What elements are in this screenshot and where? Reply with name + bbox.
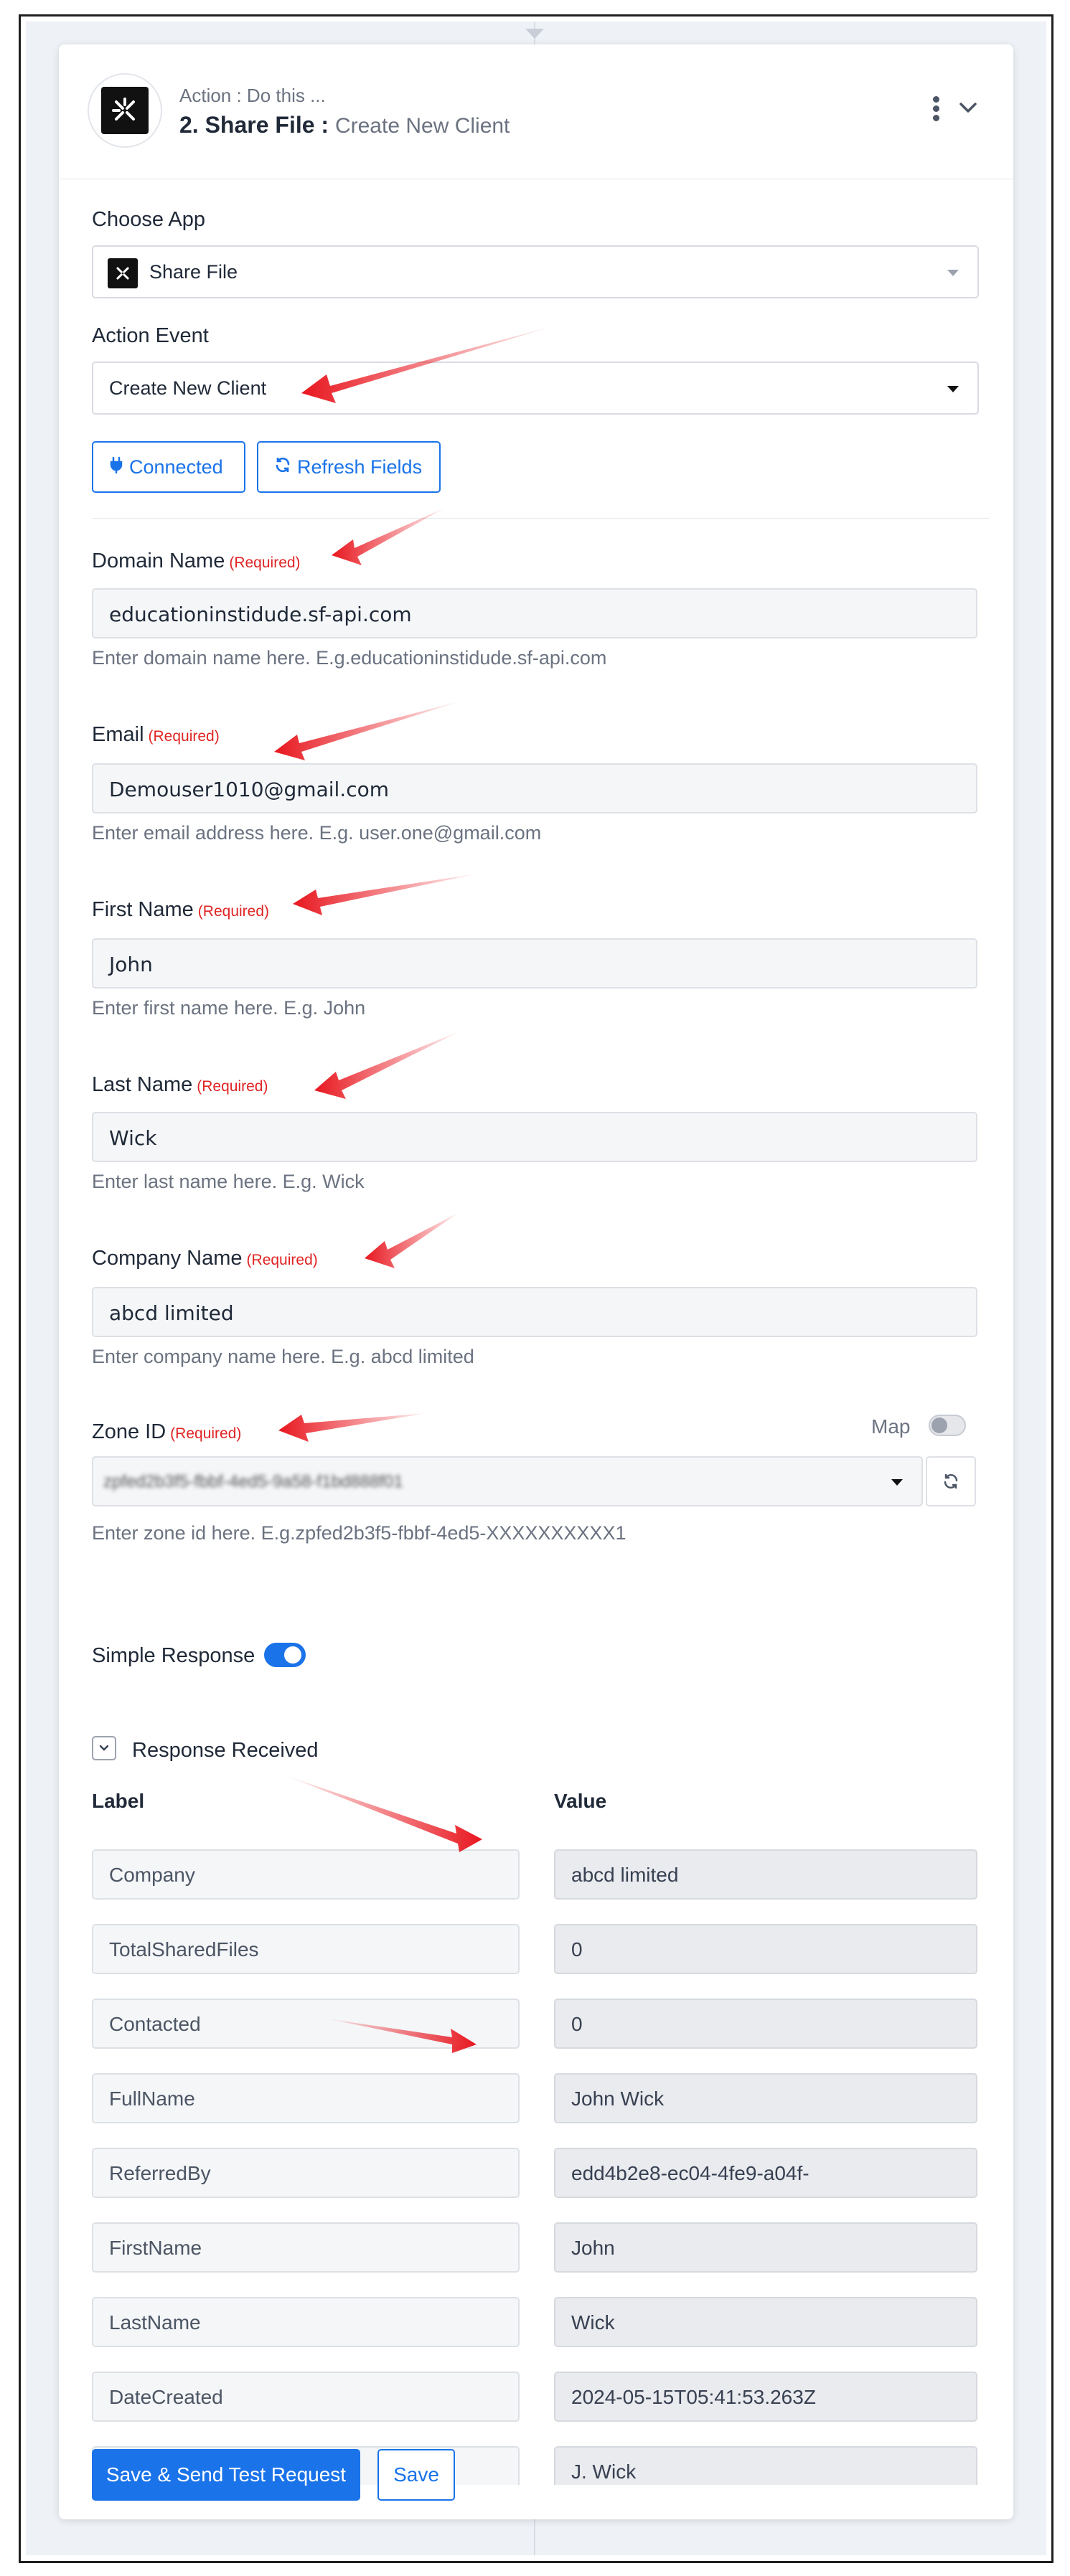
last-name-label: Last Name (Required) xyxy=(92,1073,268,1097)
response-value-cell[interactable]: John Wick xyxy=(554,2073,977,2123)
domain-name-label: Domain Name (Required) xyxy=(92,549,301,573)
dropdown-caret-icon xyxy=(947,270,959,276)
response-table[interactable]: Company abcd limited TotalSharedFiles 0 … xyxy=(59,1831,1013,2485)
more-options-icon[interactable] xyxy=(929,96,943,126)
table-row: ReferredBy edd4b2e8-ec04-4fe9-a04f- xyxy=(59,2148,1013,2199)
response-label-cell[interactable]: ReferredBy xyxy=(92,2148,520,2198)
zone-id-hint: Enter zone id here. E.g.zpfed2b3f5-fbbf-… xyxy=(92,1522,626,1544)
domain-name-hint: Enter domain name here. E.g.educationins… xyxy=(92,647,607,669)
required-tag: (Required) xyxy=(197,1078,268,1095)
company-name-label-text: Company Name xyxy=(92,1247,243,1270)
label-column-header: Label xyxy=(92,1790,145,1812)
sharefile-logo-icon xyxy=(88,73,162,148)
response-value-cell[interactable]: 0 xyxy=(554,1999,977,2049)
step-title: 2. Share File : Create New Client xyxy=(179,112,510,138)
save-button[interactable]: Save xyxy=(377,2449,455,2501)
domain-name-label-text: Domain Name xyxy=(92,549,225,572)
required-tag: (Required) xyxy=(229,555,301,571)
zone-id-label: Zone ID (Required) xyxy=(92,1420,241,1444)
table-row: FullName John Wick xyxy=(59,2073,1013,2125)
last-name-input[interactable]: Wick xyxy=(92,1112,977,1162)
refresh-fields-button[interactable]: Refresh Fields xyxy=(257,441,441,493)
action-event-value: Create New Client xyxy=(109,377,267,399)
required-tag: (Required) xyxy=(197,903,270,920)
collapse-chevron-icon[interactable] xyxy=(92,1736,116,1760)
choose-app-label: Choose App xyxy=(92,208,206,231)
response-value-cell[interactable]: J. Wick xyxy=(554,2446,977,2485)
table-row: TotalSharedFiles 0 xyxy=(59,1924,1013,1976)
choose-app-value: Share File xyxy=(149,261,238,283)
zone-refresh-button[interactable] xyxy=(926,1456,976,1506)
response-label-cell[interactable]: FirstName xyxy=(92,2222,520,2273)
step-app-name: 2. Share File : xyxy=(179,112,329,138)
refresh-icon xyxy=(944,1474,958,1488)
response-label-cell[interactable]: LastName xyxy=(92,2297,520,2347)
zone-id-label-text: Zone ID xyxy=(92,1420,166,1443)
first-name-input[interactable]: John xyxy=(92,938,977,989)
email-hint: Enter email address here. E.g. user.one@… xyxy=(92,822,542,844)
sharefile-small-icon xyxy=(108,258,138,288)
zone-id-select[interactable]: zpfed2b3f5-fbbf-4ed5-9a58-f1bd888f01 xyxy=(92,1456,923,1506)
response-label-cell[interactable]: Company xyxy=(92,1849,520,1900)
connected-button[interactable]: Connected xyxy=(92,441,245,493)
simple-response-label: Simple Response xyxy=(92,1644,255,1667)
response-value-cell[interactable]: John xyxy=(554,2222,977,2273)
first-name-label: First Name (Required) xyxy=(92,898,269,922)
save-send-test-button[interactable]: Save & Send Test Request xyxy=(92,2449,360,2501)
table-row: FirstName John xyxy=(59,2222,1013,2274)
table-row: DateCreated 2024-05-15T05:41:53.263Z xyxy=(59,2372,1013,2423)
action-event-label: Action Event xyxy=(92,324,209,347)
card-header[interactable]: Action : Do this ... 2. Share File : Cre… xyxy=(59,44,1013,179)
chevron-down-icon[interactable] xyxy=(956,96,980,121)
first-name-label-text: First Name xyxy=(92,898,194,921)
table-row: Company abcd limited xyxy=(59,1849,1013,1901)
response-label-cell[interactable]: TotalSharedFiles xyxy=(92,1924,520,1974)
value-column-header: Value xyxy=(554,1790,607,1812)
required-tag: (Required) xyxy=(246,1252,318,1268)
step-subtitle: Action : Do this ... xyxy=(179,85,326,106)
simple-response-toggle[interactable] xyxy=(264,1643,306,1667)
company-name-input[interactable]: abcd limited xyxy=(92,1287,977,1337)
response-value-cell[interactable]: Wick xyxy=(554,2297,977,2347)
required-tag: (Required) xyxy=(170,1425,242,1442)
email-input[interactable]: Demouser1010@gmail.com xyxy=(92,763,977,813)
zone-id-value: zpfed2b3f5-fbbf-4ed5-9a58-f1bd888f01 xyxy=(103,1472,403,1491)
email-label-text: Email xyxy=(92,723,144,746)
response-value-cell[interactable]: edd4b2e8-ec04-4fe9-a04f- xyxy=(554,2148,977,2198)
map-toggle[interactable] xyxy=(929,1415,966,1436)
last-name-label-text: Last Name xyxy=(92,1073,193,1096)
last-name-hint: Enter last name here. E.g. Wick xyxy=(92,1171,365,1192)
connected-label: Connected xyxy=(129,456,223,478)
action-card: Action : Do this ... 2. Share File : Cre… xyxy=(59,44,1013,2519)
refresh-icon xyxy=(274,456,291,478)
response-value-cell[interactable]: 2024-05-15T05:41:53.263Z xyxy=(554,2372,977,2422)
connector-arrow-icon xyxy=(525,29,544,39)
refresh-fields-label: Refresh Fields xyxy=(297,456,423,478)
step-event-name: Create New Client xyxy=(334,114,510,138)
dropdown-caret-icon xyxy=(947,386,959,392)
email-label: Email (Required) xyxy=(92,723,220,747)
response-value-cell[interactable]: abcd limited xyxy=(554,1849,977,1900)
action-event-select[interactable]: Create New Client xyxy=(92,362,979,415)
company-name-label: Company Name (Required) xyxy=(92,1247,318,1270)
table-row: Contacted 0 xyxy=(59,1999,1013,2050)
response-received-title: Response Received xyxy=(132,1739,319,1762)
first-name-hint: Enter first name here. E.g. John xyxy=(92,997,366,1019)
plug-icon xyxy=(109,456,123,478)
map-toggle-label: Map xyxy=(871,1415,911,1438)
section-divider xyxy=(92,518,989,519)
response-value-cell[interactable]: 0 xyxy=(554,1924,977,1974)
response-label-cell[interactable]: Contacted xyxy=(92,1999,520,2049)
response-label-cell[interactable]: DateCreated xyxy=(92,2372,520,2422)
choose-app-select[interactable]: Share File xyxy=(92,245,979,298)
dropdown-caret-icon xyxy=(891,1479,903,1486)
domain-name-input[interactable]: educationinstidude.sf-api.com xyxy=(92,588,977,638)
response-label-cell[interactable]: FullName xyxy=(92,2073,520,2123)
table-row: LastName Wick xyxy=(59,2297,1013,2349)
company-name-hint: Enter company name here. E.g. abcd limit… xyxy=(92,1346,474,1367)
required-tag: (Required) xyxy=(148,728,220,745)
